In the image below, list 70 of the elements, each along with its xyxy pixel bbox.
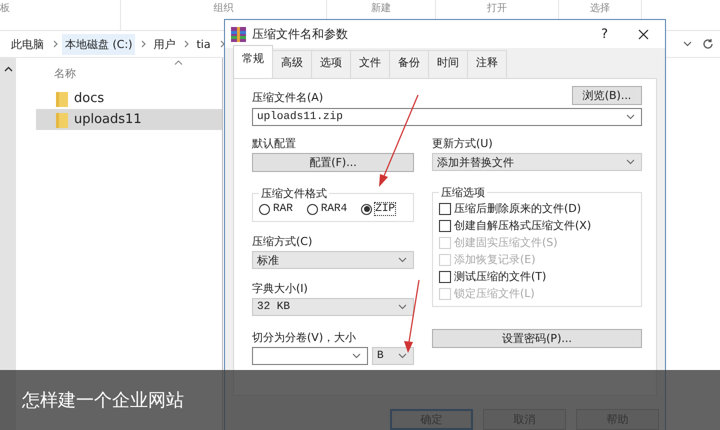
- chevron-down-icon: [398, 353, 407, 359]
- checkbox-label: 锁定压缩文件(L): [454, 286, 535, 301]
- method-combo[interactable]: 标准: [252, 251, 414, 269]
- checkbox-label: 创建自解压格式压缩文件(X): [454, 218, 592, 233]
- field-label: 压缩文件名(A): [252, 90, 324, 105]
- chevron-right-icon: [141, 40, 146, 48]
- ribbon-group-label: 组织: [214, 2, 234, 15]
- breadcrumb[interactable]: tia: [193, 34, 214, 54]
- chevron-down-icon: [398, 304, 407, 310]
- breadcrumb[interactable]: 用户: [150, 34, 178, 54]
- field-label: 更新方式(U): [432, 136, 494, 152]
- field-label: 切分为分卷(V)，大小: [252, 330, 358, 346]
- chevron-down-icon: [352, 353, 361, 359]
- file-row[interactable]: docs: [36, 88, 222, 109]
- unit-combo[interactable]: B: [372, 347, 414, 365]
- chevron-down-icon: [398, 257, 407, 263]
- checkbox[interactable]: [439, 270, 451, 282]
- checkbox[interactable]: [439, 220, 451, 232]
- radio-label: RAR: [273, 203, 293, 215]
- tab[interactable]: 注释: [467, 50, 507, 78]
- radio-button[interactable]: [361, 204, 372, 214]
- archive-app-icon: [231, 26, 246, 42]
- group-title: 压缩文件格式: [260, 186, 328, 201]
- scroll-up-icon[interactable]: [4, 66, 12, 72]
- caption-text: 怎样建一个企业网站: [22, 389, 184, 412]
- breadcrumb[interactable]: 本地磁盘 (C:): [62, 34, 136, 54]
- checkbox-label: 添加恢复记录(E): [454, 252, 536, 267]
- column-header[interactable]: 名称: [36, 66, 76, 80]
- dictionary-combo[interactable]: 32 KB: [252, 298, 414, 316]
- chevron-down-icon: [626, 159, 635, 165]
- radio-button[interactable]: [306, 204, 318, 214]
- file-name: uploads11: [74, 112, 142, 127]
- browse-button[interactable]: 浏览(B)...: [572, 86, 642, 105]
- chevron-down-icon: [626, 114, 635, 120]
- breadcrumb[interactable]: 此电脑: [8, 34, 47, 54]
- ribbon-group-label: 打开: [487, 2, 507, 15]
- chevron-right-icon: [220, 40, 225, 48]
- sort-caret-icon: [174, 60, 183, 65]
- set-password-button[interactable]: 设置密码(P)...: [432, 329, 642, 348]
- file-name: docs: [74, 91, 104, 106]
- field-label: 压缩方式(C): [252, 234, 314, 250]
- radio-button[interactable]: [259, 204, 270, 214]
- checkbox-label: 测试压缩的文件(T): [454, 269, 546, 284]
- close-icon[interactable]: [638, 28, 649, 40]
- dropdown-icon[interactable]: [683, 41, 692, 47]
- chevron-right-icon: [53, 40, 58, 48]
- field-label: 字典大小(I): [252, 281, 309, 297]
- folder-icon: [56, 90, 68, 106]
- group-title: 压缩选项: [440, 185, 486, 200]
- radio-label: RAR4: [320, 203, 348, 215]
- checkbox-label: 压缩后删除原来的文件(D): [454, 201, 582, 216]
- checkbox[interactable]: [439, 202, 451, 214]
- field-label: 默认配置: [252, 136, 297, 152]
- radio-label: ZIP: [375, 203, 396, 215]
- archive-name-combo[interactable]: uploads11.zip: [252, 108, 642, 126]
- file-row[interactable]: uploads11: [36, 109, 222, 130]
- profiles-button[interactable]: 配置(F)...: [252, 153, 414, 172]
- help-button[interactable]: ?: [601, 26, 608, 42]
- tab[interactable]: 常规: [233, 45, 273, 78]
- dialog-title: 压缩文件名和参数: [252, 26, 348, 42]
- chevron-right-icon: [184, 40, 190, 48]
- volume-size-combo[interactable]: [252, 347, 368, 365]
- ribbon-group-label: 选择: [590, 2, 610, 15]
- ribbon-group-label: 板: [0, 2, 10, 15]
- checkbox-label: 创建固实压缩文件(S): [454, 235, 558, 250]
- refresh-icon[interactable]: [702, 38, 714, 50]
- tab[interactable]: 高级: [272, 50, 312, 78]
- ribbon-group-label: 新建: [371, 2, 391, 15]
- update-mode-combo[interactable]: 添加并替换文件: [432, 153, 642, 171]
- folder-icon: [56, 112, 68, 128]
